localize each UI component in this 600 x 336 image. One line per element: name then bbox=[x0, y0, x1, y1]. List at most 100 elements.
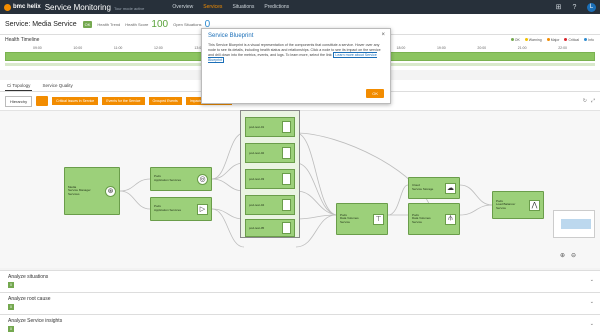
node-root-kind: Services bbox=[68, 191, 80, 196]
stack-item-label: pod-test-04 bbox=[249, 203, 265, 207]
nav-services[interactable]: Services bbox=[203, 4, 222, 10]
app-title: Service Monitoring bbox=[44, 2, 111, 12]
legend-info: Info bbox=[584, 38, 594, 42]
chevron-down-icon[interactable]: ⌄ bbox=[590, 321, 594, 327]
brand-text: bmc helix bbox=[13, 4, 41, 10]
disc-icon: ◎ bbox=[197, 173, 208, 185]
node-cloud[interactable]: Cloud Service Storage ☁ bbox=[408, 177, 460, 199]
minimap-viewport[interactable] bbox=[561, 219, 591, 229]
nav-predictions[interactable]: Predictions bbox=[264, 4, 289, 10]
zoom-out-icon[interactable]: ⊖ bbox=[571, 252, 576, 259]
stack-item-label: pod-test-05 bbox=[249, 226, 265, 230]
panel-situations[interactable]: Analyze situations 0 ⌄ bbox=[0, 270, 600, 292]
stack-item[interactable]: pod-test-02 bbox=[245, 143, 295, 163]
split-icon: ⫛ bbox=[445, 213, 456, 225]
zoom-controls: ⊕ ⊖ bbox=[560, 252, 576, 259]
panel-insights-title: Analyze Service insights bbox=[8, 318, 63, 324]
node-pods-a[interactable]: Pods Application Services ◎ bbox=[150, 167, 212, 191]
chevron-down-icon[interactable]: ⌄ bbox=[590, 299, 594, 305]
close-icon[interactable]: × bbox=[381, 32, 385, 38]
brand-logo[interactable]: bmc helix bbox=[4, 3, 41, 11]
tower-icon: ⊤ bbox=[373, 213, 384, 225]
health-trend-label: Health Trend bbox=[97, 21, 121, 27]
view-select[interactable]: Hierarchy bbox=[5, 95, 33, 107]
service-blueprint-dialog: Service Blueprint × This Service Bluepri… bbox=[201, 28, 391, 104]
panel-insights-badge: 0 bbox=[8, 326, 14, 332]
nav-overview[interactable]: Overview bbox=[172, 4, 193, 10]
node-load-balancer[interactable]: Pods Load Balancer Service ⋀ bbox=[492, 191, 544, 219]
chip-events[interactable]: Events for the Service bbox=[102, 97, 145, 105]
nav-situations[interactable]: Situations bbox=[232, 4, 254, 10]
legend-warning: Warning bbox=[525, 38, 542, 42]
stack-item[interactable]: pod-test-04 bbox=[245, 195, 295, 215]
document-icon bbox=[282, 173, 291, 185]
legend-critical: Critical bbox=[564, 38, 579, 42]
timeline-tick: 10:00 bbox=[73, 46, 83, 50]
timeline-tick: 09:00 bbox=[33, 46, 42, 50]
panel-root-cause-title: Analyze root cause bbox=[8, 296, 51, 302]
chip-grouped-events[interactable]: Grouped Events bbox=[148, 97, 182, 105]
minimap[interactable] bbox=[553, 210, 595, 238]
legend-ok: OK bbox=[511, 38, 520, 42]
refresh-icon[interactable]: ↻ bbox=[583, 98, 587, 104]
timeline-tick: 18:00 bbox=[396, 46, 406, 50]
zoom-in-icon[interactable]: ⊕ bbox=[560, 252, 565, 259]
panel-situations-badge: 0 bbox=[8, 282, 14, 288]
service-title: Service: Media Service bbox=[5, 20, 77, 28]
bmc-logo-icon bbox=[4, 3, 11, 11]
legend-major: Major bbox=[547, 38, 560, 42]
chip-critical-issues[interactable]: Critical Issues in Service bbox=[52, 97, 99, 105]
node-root-service[interactable]: Media Service Manager Services ⊛ bbox=[64, 167, 120, 215]
node-pods-a-type: Application Services bbox=[154, 178, 182, 182]
nav-links: Overview Services Situations Predictions bbox=[172, 4, 289, 10]
document-icon bbox=[282, 147, 291, 159]
timeline-tick: 21:00 bbox=[517, 46, 527, 50]
help-icon[interactable]: ? bbox=[571, 4, 578, 11]
health-score-label: Health Score bbox=[125, 21, 149, 27]
top-nav: bmc helix Service Monitoring Tour mode a… bbox=[0, 0, 600, 14]
filter-icon[interactable] bbox=[36, 96, 49, 106]
node-service-1-kind: Service bbox=[340, 219, 351, 224]
document-icon bbox=[282, 121, 291, 133]
expand-icon[interactable]: ⤢ bbox=[591, 98, 595, 104]
balance-icon: ⋀ bbox=[529, 199, 540, 211]
stack-item-label: pod-test-02 bbox=[249, 151, 265, 155]
dialog-title: Service Blueprint bbox=[208, 33, 254, 39]
node-pods-b-type: Application Services bbox=[154, 208, 182, 212]
stack-item-label: pod-test-03 bbox=[249, 177, 265, 181]
ok-button[interactable]: OK bbox=[366, 89, 384, 98]
timeline-tick: 22:00 bbox=[558, 46, 567, 50]
panel-situations-title: Analyze situations bbox=[8, 274, 49, 280]
health-legend: OK Warning Major Critical Info bbox=[511, 38, 594, 42]
tab-ci-topology[interactable]: Ci Topology bbox=[5, 81, 33, 91]
stack-item[interactable]: pod-test-01 bbox=[245, 117, 295, 137]
cloud-icon: ☁ bbox=[445, 182, 456, 194]
node-service-1[interactable]: Pods Data Volumes Service ⊤ bbox=[336, 203, 388, 235]
node-lb-kind: Service bbox=[496, 205, 507, 210]
stack-item[interactable]: pod-test-05 bbox=[245, 219, 295, 237]
share-network-icon: ⊛ bbox=[105, 185, 116, 197]
tab-service-quality[interactable]: Service Quality bbox=[40, 81, 74, 90]
chevron-down-icon[interactable]: ⌄ bbox=[590, 277, 594, 283]
open-situations-label: Open Situations bbox=[173, 21, 202, 27]
pod-group[interactable]: pod-test-01 pod-test-02 pod-test-03 pod-… bbox=[240, 110, 300, 238]
stack-item[interactable]: pod-test-03 bbox=[245, 169, 295, 189]
nav-right: ⊞ ? L bbox=[555, 2, 596, 12]
panel-insights[interactable]: Analyze Service insights 0 ⌄ bbox=[0, 314, 600, 336]
timeline-tick: 20:00 bbox=[477, 46, 487, 50]
app-subtitle: Tour mode active bbox=[113, 6, 145, 11]
document-icon bbox=[282, 222, 291, 234]
status-badge: OK bbox=[82, 20, 93, 28]
health-score-value: 100 bbox=[151, 18, 169, 30]
node-pods-b[interactable]: Pods Application Services ▷ bbox=[150, 197, 212, 221]
user-avatar[interactable]: L bbox=[587, 2, 596, 12]
panel-root-cause[interactable]: Analyze root cause 0 ⌄ bbox=[0, 292, 600, 314]
blueprint-canvas[interactable]: Media Service Manager Services ⊛ Pods Ap… bbox=[0, 110, 600, 268]
grid-icon[interactable]: ⊞ bbox=[555, 4, 562, 11]
stack-item-label: pod-test-01 bbox=[249, 125, 265, 129]
timeline-tick: 19:00 bbox=[436, 46, 446, 50]
timeline-tick: 12:00 bbox=[154, 46, 163, 50]
toolbar-right: ↻ ⤢ bbox=[583, 98, 595, 104]
node-cloud-type: Service Storage bbox=[412, 187, 434, 191]
node-service-2[interactable]: Pods Data Volumes Service ⫛ bbox=[408, 203, 460, 235]
